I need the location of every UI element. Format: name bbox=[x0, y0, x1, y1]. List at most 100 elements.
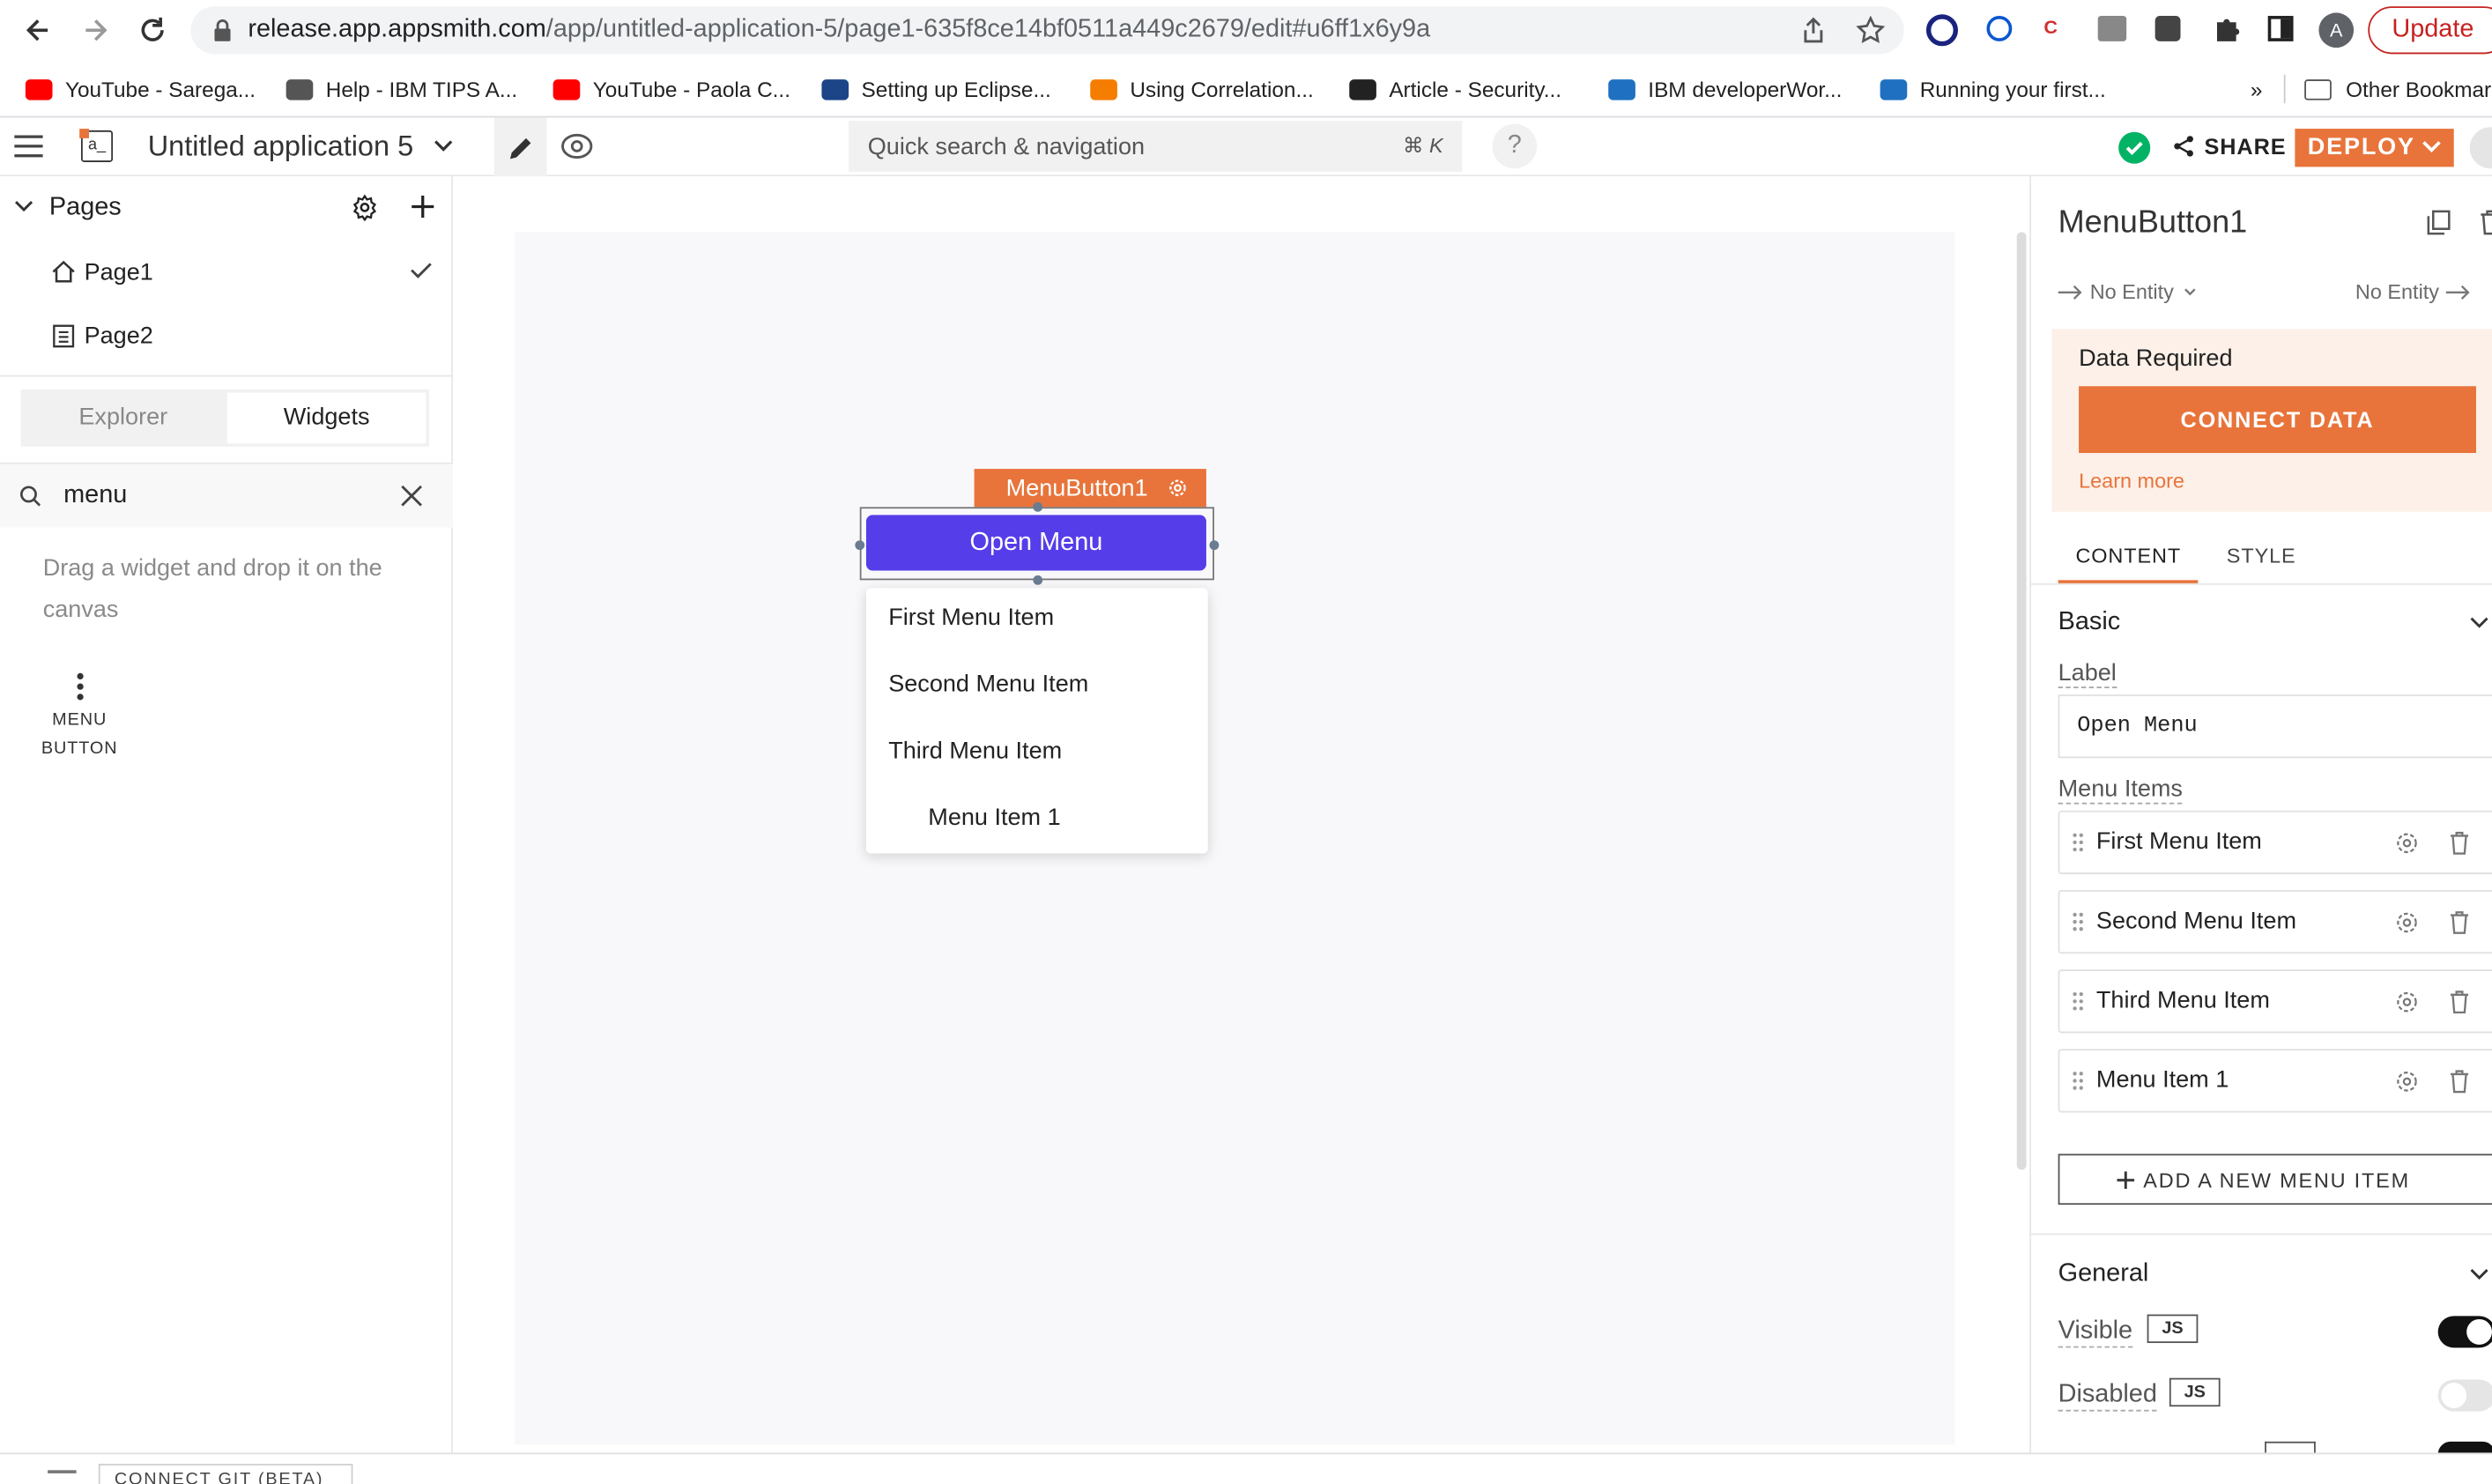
puzzle-icon[interactable] bbox=[2213, 14, 2241, 42]
bookmark-item[interactable]: Using Correlation... bbox=[1090, 61, 1314, 118]
drag-handle-icon[interactable] bbox=[2073, 833, 2084, 852]
dropdown-menu-item[interactable]: Menu Item 1 bbox=[928, 805, 1060, 832]
section-basic-title[interactable]: Basic bbox=[2058, 609, 2121, 637]
chevron-down-icon[interactable] bbox=[434, 140, 453, 152]
menu-item-row[interactable]: Third Menu Item bbox=[2058, 969, 2492, 1034]
dropdown-menu-item[interactable]: First Menu Item bbox=[888, 604, 1054, 631]
section-general-title[interactable]: General bbox=[2058, 1260, 2149, 1288]
address-bar[interactable]: release.app.appsmith.com/app/untitled-ap… bbox=[190, 6, 1904, 55]
menu-item-settings-gear-icon[interactable] bbox=[2395, 910, 2419, 934]
visible-switch[interactable] bbox=[2437, 1316, 2492, 1348]
connect-git-button[interactable]: CONNECT GIT (BETA) bbox=[98, 1464, 353, 1484]
menu-item-delete-icon[interactable] bbox=[2449, 910, 2469, 934]
connect-data-button[interactable]: CONNECT DATA bbox=[2079, 386, 2476, 454]
menu-item-row[interactable]: Second Menu Item bbox=[2058, 889, 2492, 954]
bookmark-item[interactable]: Running your first... bbox=[1880, 61, 2106, 118]
extension-icon[interactable] bbox=[1925, 14, 1958, 47]
label-input[interactable]: Open Menu bbox=[2058, 694, 2492, 759]
resize-handle-top[interactable] bbox=[1033, 501, 1043, 512]
chevron-down-icon[interactable] bbox=[2470, 1268, 2489, 1280]
resize-handle-right[interactable] bbox=[1209, 540, 1220, 551]
menu-item-delete-icon[interactable] bbox=[2449, 831, 2469, 855]
drag-handle-icon[interactable] bbox=[2073, 1072, 2084, 1091]
forward-icon[interactable] bbox=[79, 14, 111, 46]
back-icon[interactable] bbox=[22, 14, 54, 46]
copy-widget-icon[interactable] bbox=[2427, 210, 2451, 235]
no-entity-incoming[interactable]: No Entity bbox=[2058, 279, 2196, 303]
tab-widgets[interactable]: Widgets bbox=[226, 392, 426, 444]
extension-icon[interactable] bbox=[2097, 16, 2127, 41]
bookmark-item[interactable]: Article - Security... bbox=[1349, 61, 1561, 118]
bookmark-item[interactable]: Help - IBM TIPS A... bbox=[286, 61, 517, 118]
dropdown-menu-item[interactable]: Second Menu Item bbox=[888, 671, 1088, 698]
extension-icon[interactable] bbox=[1986, 16, 2013, 41]
bookmark-item[interactable]: Setting up Eclipse... bbox=[821, 61, 1051, 118]
bookmarks-overflow-button[interactable]: » bbox=[2251, 61, 2263, 118]
app-name[interactable]: Untitled application 5 bbox=[148, 130, 413, 164]
tab-style[interactable]: STYLE bbox=[2209, 524, 2304, 583]
no-entity-outgoing[interactable]: No Entity bbox=[2355, 279, 2471, 303]
widget-name-tag[interactable]: MenuButton1 bbox=[974, 469, 1206, 508]
menu-item-settings-gear-icon[interactable] bbox=[2395, 1070, 2419, 1094]
help-button[interactable]: ? bbox=[1492, 123, 1538, 169]
bookmark-item[interactable]: YouTube - Paola C... bbox=[553, 61, 790, 118]
clear-search-icon[interactable] bbox=[400, 485, 422, 507]
menu-item-settings-gear-icon[interactable] bbox=[2395, 831, 2419, 855]
delete-widget-icon[interactable] bbox=[2480, 210, 2492, 235]
preview-mode-button[interactable] bbox=[560, 132, 595, 160]
menu-item-row[interactable]: First Menu Item bbox=[2058, 810, 2492, 874]
tab-content[interactable]: CONTENT bbox=[2058, 524, 2199, 583]
pages-collapse-icon[interactable] bbox=[14, 200, 33, 212]
menu-button-widget-card[interactable]: MENU BUTTON bbox=[32, 666, 127, 768]
update-button[interactable]: Update bbox=[2368, 6, 2492, 55]
menu-item-delete-icon[interactable] bbox=[2449, 991, 2469, 1014]
user-avatar[interactable] bbox=[2469, 127, 2492, 169]
visible-js-toggle[interactable]: JS bbox=[2147, 1314, 2199, 1344]
page-settings-gear-icon[interactable] bbox=[352, 194, 379, 221]
widget-settings-gear-icon[interactable] bbox=[1168, 479, 1188, 498]
widget-title[interactable]: MenuButton1 bbox=[2058, 205, 2248, 241]
widget-search[interactable]: menu bbox=[0, 464, 454, 528]
tab-explorer[interactable]: Explorer bbox=[20, 390, 226, 447]
add-page-icon[interactable] bbox=[412, 195, 434, 219]
learn-more-link[interactable]: Learn more bbox=[2079, 469, 2184, 493]
add-menu-item-button[interactable]: ADD A NEW MENU ITEM bbox=[2058, 1154, 2492, 1206]
menu-item-settings-gear-icon[interactable] bbox=[2395, 991, 2419, 1014]
reload-icon[interactable] bbox=[137, 14, 168, 46]
bottom-bar: CONNECT GIT (BETA) bbox=[0, 1452, 2492, 1484]
share-page-icon[interactable] bbox=[1799, 16, 1828, 44]
dropdown-menu-item[interactable]: Third Menu Item bbox=[888, 738, 1062, 765]
page-item-page1[interactable]: Page1 bbox=[0, 243, 453, 301]
resize-handle-bottom[interactable] bbox=[1033, 575, 1043, 585]
edit-mode-button[interactable] bbox=[493, 117, 547, 177]
sidepanel-icon[interactable] bbox=[2267, 16, 2294, 41]
deploy-button[interactable]: DEPLOY bbox=[2295, 129, 2454, 167]
bookmark-item[interactable]: YouTube - Sarega... bbox=[25, 61, 256, 118]
menu-item-delete-icon[interactable] bbox=[2449, 1070, 2469, 1094]
search-input-value[interactable]: menu bbox=[63, 481, 127, 509]
deploy-dropdown-icon[interactable] bbox=[2422, 140, 2442, 154]
drag-handle-icon[interactable] bbox=[2073, 912, 2084, 931]
git-icon[interactable] bbox=[48, 1470, 77, 1480]
quick-search[interactable]: Quick search & navigation ⌘ K bbox=[849, 121, 1463, 172]
share-button[interactable]: SHARE bbox=[2172, 133, 2286, 159]
profile-avatar[interactable]: A bbox=[2318, 12, 2355, 48]
canvas-scrollbar[interactable] bbox=[2016, 232, 2027, 1170]
resize-handle-left[interactable] bbox=[855, 540, 865, 551]
open-menu-button[interactable]: Open Menu bbox=[865, 515, 1206, 571]
chevron-down-icon[interactable] bbox=[2470, 617, 2489, 629]
extension-icon[interactable]: C bbox=[2043, 16, 2069, 41]
extension-icon[interactable] bbox=[2155, 16, 2181, 41]
disabled-switch[interactable] bbox=[2437, 1379, 2492, 1412]
menu-item-row[interactable]: Menu Item 1 bbox=[2058, 1049, 2492, 1113]
appsmith-logo[interactable]: a_ bbox=[79, 129, 114, 162]
drag-handle-icon[interactable] bbox=[2073, 991, 2084, 1011]
bookmark-item[interactable]: IBM developerWor... bbox=[1608, 61, 1842, 118]
hamburger-icon[interactable] bbox=[14, 133, 43, 159]
canvas[interactable] bbox=[515, 232, 1955, 1445]
bookmark-star-icon[interactable] bbox=[1856, 16, 1886, 44]
disabled-js-toggle[interactable]: JS bbox=[2169, 1377, 2221, 1407]
other-bookmarks-folder[interactable]: Other Bookmarks bbox=[2304, 61, 2492, 118]
chevron-down-icon bbox=[2184, 287, 2196, 297]
page-item-page2[interactable]: Page2 bbox=[0, 307, 453, 364]
